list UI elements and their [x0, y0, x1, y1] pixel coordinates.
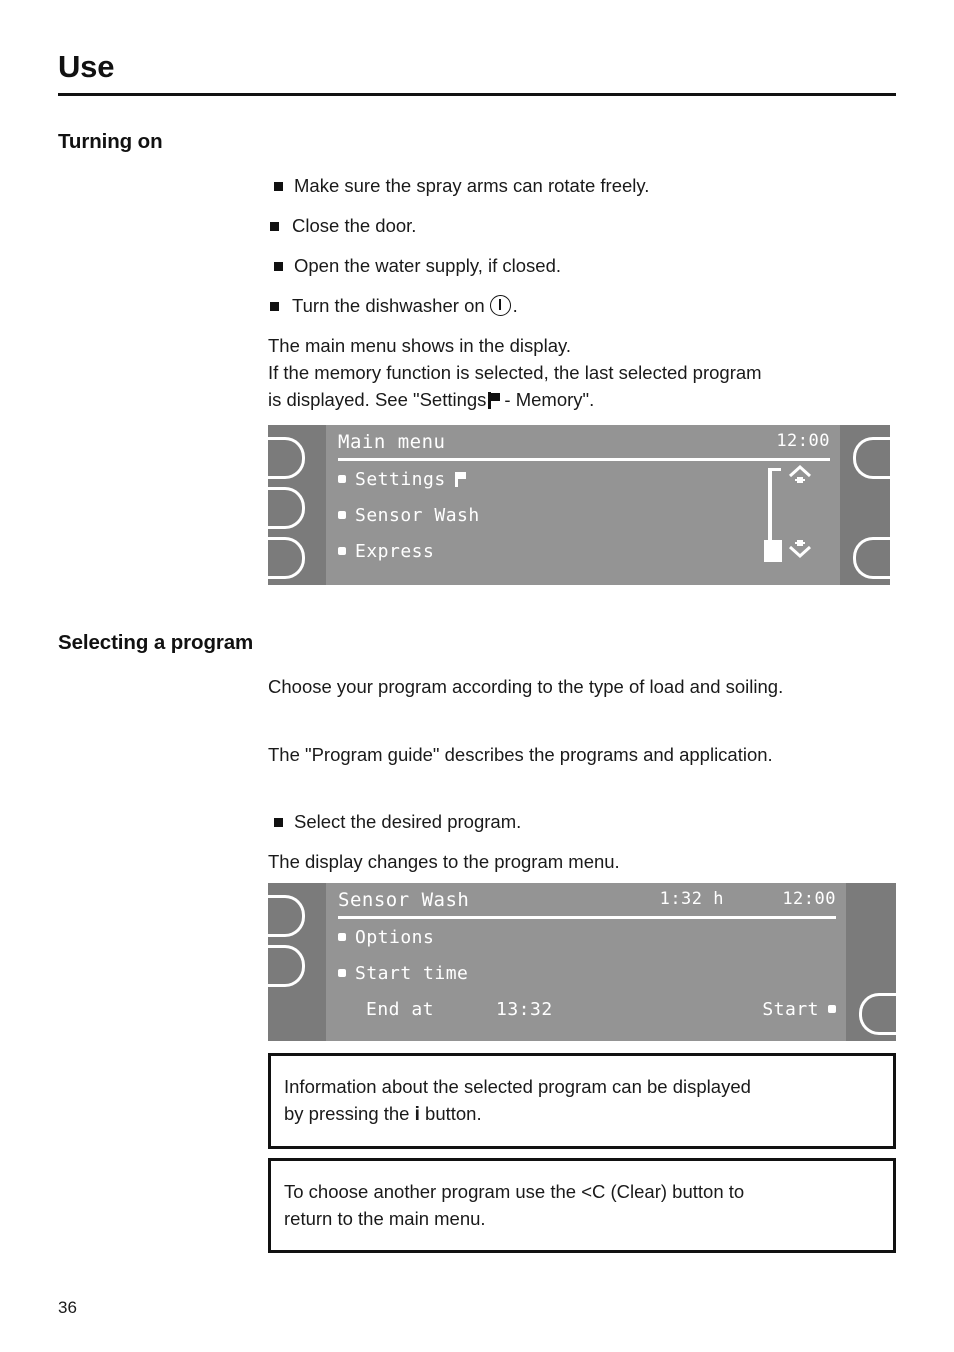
bullet-square-icon: [270, 302, 279, 311]
menu-dot-icon: [338, 969, 346, 977]
display-button-left-1[interactable]: [268, 895, 305, 937]
display-title-divider: [338, 916, 836, 919]
display-screen: Sensor Wash 1:32 h 12:00 Options Start t…: [326, 883, 846, 1041]
selecting-paragraph-2: The "Program guide" describes the progra…: [268, 744, 773, 765]
bullet-text: Make sure the spray arms can rotate free…: [294, 175, 650, 196]
display-screen: Main menu 12:00 Settings Sensor Wash Exp…: [326, 425, 840, 585]
turning-on-bullet-3: Open the water supply, if closed.: [268, 252, 896, 279]
display-title: Sensor Wash: [338, 889, 470, 911]
section-heading-turning-on: Turning on: [58, 130, 163, 153]
paragraph-line: The main menu shows in the display.: [268, 335, 572, 356]
display-menu-item-label: Start time: [355, 963, 469, 984]
bullet-text: Close the door.: [292, 215, 417, 236]
power-on-icon: [489, 295, 511, 316]
display-right-bezel: [846, 883, 896, 1041]
menu-dot-icon: [338, 475, 346, 483]
menu-dot-icon: [338, 933, 346, 941]
bullet-text-suffix: .: [512, 295, 518, 316]
display-left-bezel: [268, 883, 326, 1041]
bullet-square-icon: [274, 262, 283, 271]
section-heading-selecting-a-program: Selecting a program: [58, 631, 254, 654]
display-button-right-2[interactable]: [853, 537, 890, 579]
note-line: return to the main menu.: [284, 1208, 486, 1229]
display-button-right-1[interactable]: [853, 437, 890, 479]
display-clock: 12:00: [782, 889, 836, 909]
display-menu-item-label: Express: [355, 541, 435, 562]
display-menu-item-sensor-wash[interactable]: Sensor Wash: [338, 505, 480, 526]
display-button-left-2[interactable]: [268, 487, 305, 529]
display-menu-item-label: Options: [355, 927, 435, 948]
document-page: Use Turning on Make sure the spray arms …: [0, 0, 954, 1352]
display-button-left-2[interactable]: [268, 945, 305, 987]
chevron-up-icon[interactable]: [788, 465, 812, 487]
note-line-tail: button.: [425, 1103, 482, 1124]
display-menu-item-start-time[interactable]: Start time: [338, 963, 468, 984]
note-line: by pressing the: [284, 1103, 410, 1124]
display-button-left-1[interactable]: [268, 437, 305, 479]
bullet-text: Turn the dishwasher on: [292, 295, 485, 316]
note-box-info-button: Information about the selected program c…: [268, 1053, 896, 1149]
flag-icon: [488, 392, 501, 409]
menu-dot-icon: [338, 547, 346, 555]
menu-dot-icon: [828, 1005, 836, 1013]
page-header: Use: [58, 49, 896, 97]
selecting-paragraph-3: The display changes to the program menu.: [268, 851, 620, 872]
note-line: To choose another program use the <C (Cl…: [284, 1181, 745, 1202]
selecting-bullet: Select the desired program.: [268, 808, 896, 835]
chevron-down-icon[interactable]: [788, 537, 812, 559]
display-menu-item-express[interactable]: Express: [338, 541, 434, 562]
display-main-menu: Main menu 12:00 Settings Sensor Wash Exp…: [268, 425, 890, 585]
display-title: Main menu: [338, 431, 446, 453]
bullet-text: Open the water supply, if closed.: [294, 255, 562, 276]
turning-on-bullet-4: Turn the dishwasher on.: [268, 292, 896, 319]
display-button-left-3[interactable]: [268, 537, 305, 579]
display-start-label: Start: [762, 999, 819, 1020]
display-right-bezel: [840, 425, 890, 585]
bullet-square-icon: [270, 222, 279, 231]
display-duration: 1:32 h: [659, 889, 724, 909]
info-button-glyph: i: [414, 1104, 420, 1125]
bullet-square-icon: [274, 818, 283, 827]
paragraph-line: is displayed. See "Settings: [268, 389, 487, 410]
turning-on-bullet-2: Close the door.: [268, 212, 896, 239]
display-left-bezel: [268, 425, 326, 585]
header-divider: [58, 93, 896, 97]
display-program-menu: Sensor Wash 1:32 h 12:00 Options Start t…: [268, 883, 896, 1041]
paragraph-tail: - Memory".: [504, 389, 595, 410]
flag-icon: [454, 472, 466, 487]
display-title-divider: [338, 458, 830, 461]
paragraph-line: If the memory function is selected, the …: [268, 362, 762, 383]
turning-on-paragraph: The main menu shows in the display. If t…: [268, 332, 896, 413]
display-start-action[interactable]: Start: [762, 999, 836, 1020]
display-button-right-start[interactable]: [859, 993, 896, 1035]
bullet-square-icon: [274, 182, 283, 191]
display-menu-item-settings[interactable]: Settings: [338, 469, 466, 490]
turning-on-bullet-1: Make sure the spray arms can rotate free…: [268, 172, 896, 199]
scrollbar-track: [768, 468, 772, 540]
selecting-paragraph-1: Choose your program according to the typ…: [268, 676, 784, 697]
display-menu-item-label: Settings: [355, 469, 446, 490]
page-number: 36: [58, 1298, 77, 1317]
display-menu-item-options[interactable]: Options: [338, 927, 434, 948]
note-line: Information about the selected program c…: [284, 1076, 751, 1097]
note-box-clear-button: To choose another program use the <C (Cl…: [268, 1158, 896, 1253]
bullet-text: Select the desired program.: [294, 811, 522, 832]
display-clock: 12:00: [776, 431, 830, 451]
page-title: Use: [58, 49, 115, 84]
display-menu-item-label: Sensor Wash: [355, 505, 480, 526]
scrollbar-thumb[interactable]: [764, 540, 782, 562]
display-end-at-label: End at: [366, 999, 435, 1020]
display-end-at-value: 13:32: [496, 999, 553, 1020]
menu-dot-icon: [338, 511, 346, 519]
